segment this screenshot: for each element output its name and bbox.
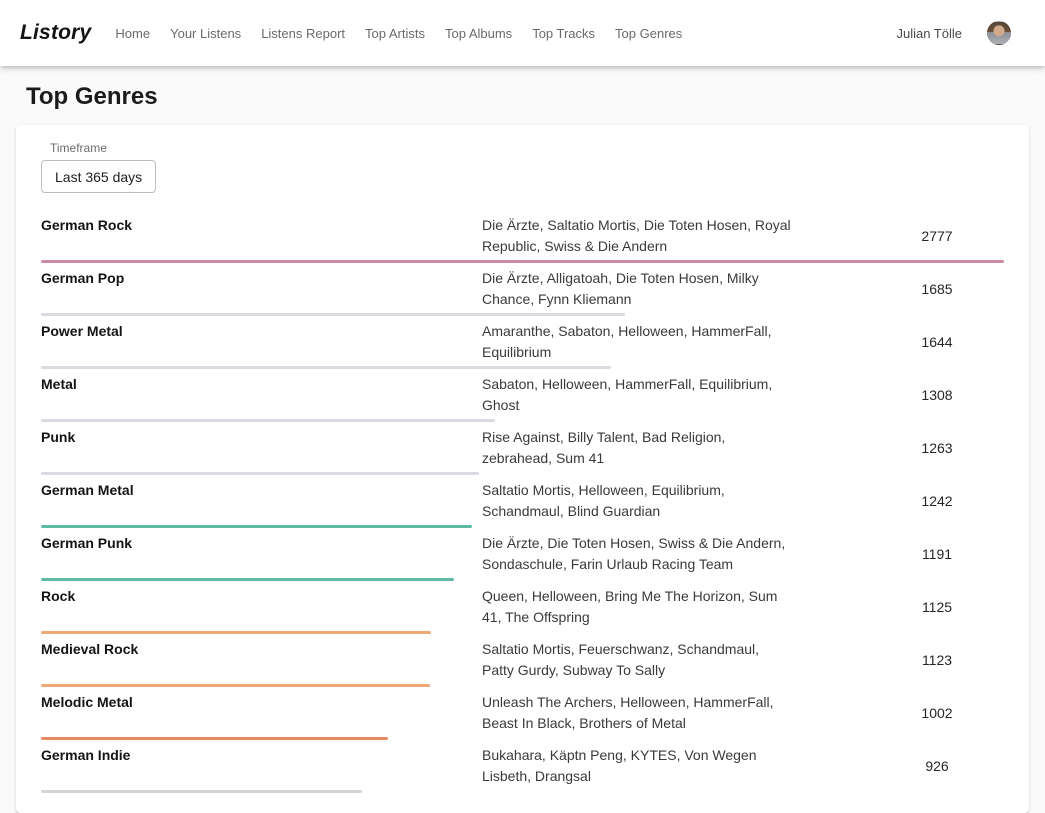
genre-name: German Indie bbox=[41, 745, 482, 766]
nav-link-top-tracks[interactable]: Top Tracks bbox=[532, 26, 595, 41]
genre-row: Punk Rise Against, Billy Talent, Bad Rel… bbox=[41, 422, 1004, 475]
nav-link-top-albums[interactable]: Top Albums bbox=[445, 26, 512, 41]
genre-row: German Rock Die Ärzte, Saltatio Mortis, … bbox=[41, 210, 1004, 263]
genre-row: Medieval Rock Saltatio Mortis, Feuerschw… bbox=[41, 634, 1004, 687]
timeframe-label: Timeframe bbox=[50, 141, 1004, 155]
main-nav: Home Your Listens Listens Report Top Artist… bbox=[115, 26, 682, 41]
genre-name: Medieval Rock bbox=[41, 639, 482, 660]
genre-count: 1002 bbox=[870, 705, 1004, 721]
user-avatar[interactable] bbox=[987, 21, 1011, 45]
timeframe-select[interactable]: Last 365 days bbox=[41, 160, 156, 193]
genre-artists: Amaranthe, Sabaton, Helloween, HammerFal… bbox=[482, 321, 794, 363]
nav-link-top-genres[interactable]: Top Genres bbox=[615, 26, 682, 41]
genre-count: 1308 bbox=[870, 387, 1004, 403]
genre-count: 1644 bbox=[870, 334, 1004, 350]
nav-link-your-listens[interactable]: Your Listens bbox=[170, 26, 241, 41]
genre-count: 1191 bbox=[870, 546, 1004, 562]
nav-link-top-artists[interactable]: Top Artists bbox=[365, 26, 425, 41]
main-content: Top Genres Timeframe Last 365 days Germa… bbox=[0, 66, 1045, 813]
genre-row: Power Metal Amaranthe, Sabaton, Hellowee… bbox=[41, 316, 1004, 369]
app-navbar: Listory Home Your Listens Listens Report To… bbox=[0, 0, 1045, 66]
genre-artists: Die Ärzte, Saltatio Mortis, Die Toten Ho… bbox=[482, 215, 794, 257]
nav-link-listens-report[interactable]: Listens Report bbox=[261, 26, 345, 41]
genre-count: 1263 bbox=[870, 440, 1004, 456]
genre-count: 1242 bbox=[870, 493, 1004, 509]
genre-artists: Die Ärzte, Die Toten Hosen, Swiss & Die … bbox=[482, 533, 794, 575]
navbar-right: Julian Tölle bbox=[896, 21, 1011, 45]
page-title: Top Genres bbox=[26, 83, 1029, 111]
genre-bar bbox=[41, 790, 362, 793]
genre-count: 926 bbox=[870, 758, 1004, 774]
genre-row: Metal Sabaton, Helloween, HammerFall, Eq… bbox=[41, 369, 1004, 422]
genre-count: 1125 bbox=[870, 599, 1004, 615]
genre-list: German Rock Die Ärzte, Saltatio Mortis, … bbox=[41, 210, 1004, 793]
genre-row: German Punk Die Ärzte, Die Toten Hosen, … bbox=[41, 528, 1004, 581]
genre-artists: Die Ärzte, Alligatoah, Die Toten Hosen, … bbox=[482, 268, 794, 310]
genre-name: German Pop bbox=[41, 268, 482, 289]
genre-artists: Saltatio Mortis, Feuerschwanz, Schandmau… bbox=[482, 639, 794, 681]
genre-name: German Rock bbox=[41, 215, 482, 236]
genre-row: German Indie Bukahara, Käptn Peng, KYTES… bbox=[41, 740, 1004, 793]
genre-row: Melodic Metal Unleash The Archers, Hello… bbox=[41, 687, 1004, 740]
genre-artists: Unleash The Archers, Helloween, HammerFa… bbox=[482, 692, 794, 734]
genre-artists: Bukahara, Käptn Peng, KYTES, Von Wegen L… bbox=[482, 745, 794, 787]
app-logo[interactable]: Listory bbox=[20, 21, 91, 45]
genre-count: 1123 bbox=[870, 652, 1004, 668]
genre-name: Rock bbox=[41, 586, 482, 607]
genre-row: German Metal Saltatio Mortis, Helloween,… bbox=[41, 475, 1004, 528]
genre-name: German Punk bbox=[41, 533, 482, 554]
genre-count: 1685 bbox=[870, 281, 1004, 297]
genre-row: German Pop Die Ärzte, Alligatoah, Die To… bbox=[41, 263, 1004, 316]
nav-link-home[interactable]: Home bbox=[115, 26, 150, 41]
genre-name: Power Metal bbox=[41, 321, 482, 342]
genre-count: 2777 bbox=[870, 228, 1004, 244]
genre-name: German Metal bbox=[41, 480, 482, 501]
user-name[interactable]: Julian Tölle bbox=[896, 26, 962, 41]
timeframe-control: Timeframe Last 365 days bbox=[41, 141, 1004, 193]
genre-name: Melodic Metal bbox=[41, 692, 482, 713]
genre-row: Rock Queen, Helloween, Bring Me The Hori… bbox=[41, 581, 1004, 634]
genre-artists: Rise Against, Billy Talent, Bad Religion… bbox=[482, 427, 794, 469]
genre-artists: Sabaton, Helloween, HammerFall, Equilibr… bbox=[482, 374, 794, 416]
genre-name: Punk bbox=[41, 427, 482, 448]
genre-artists: Saltatio Mortis, Helloween, Equilibrium,… bbox=[482, 480, 794, 522]
genre-artists: Queen, Helloween, Bring Me The Horizon, … bbox=[482, 586, 794, 628]
top-genres-card: Timeframe Last 365 days German Rock Die … bbox=[16, 125, 1029, 813]
genre-name: Metal bbox=[41, 374, 482, 395]
